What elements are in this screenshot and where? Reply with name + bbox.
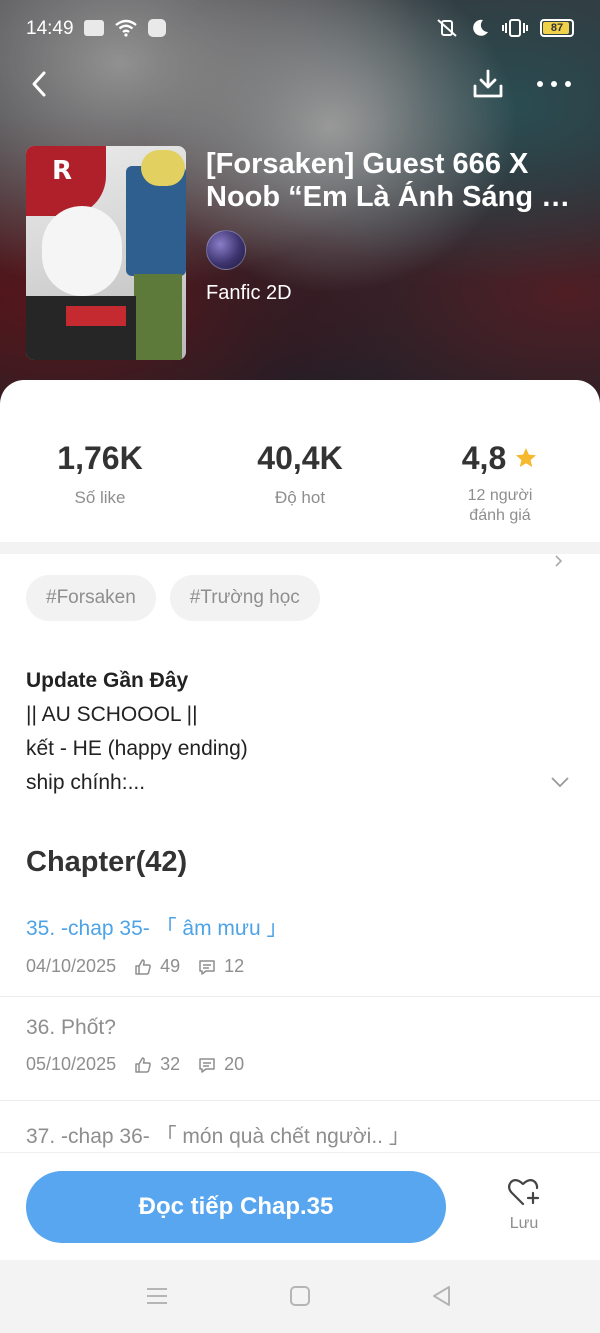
- star-icon: [516, 448, 537, 467]
- save-label: Lưu: [509, 1215, 539, 1232]
- story-title: [Forsaken] Guest 666 X Noob “Em Là Ánh S…: [206, 148, 586, 214]
- system-navigation-bar: [0, 1260, 600, 1333]
- chapter-name: 35. -chap 35- 「 âm mưu 」: [26, 917, 288, 940]
- likes-count: 1,76K: [57, 440, 143, 476]
- story-details-panel: 1,76K Số like 40,4K Độ hot 4,8 12 người …: [0, 380, 600, 1170]
- vibrate-icon: [502, 19, 528, 37]
- bottom-action-bar: Đọc tiếp Chap.35 Lưu: [0, 1152, 600, 1260]
- tag-forsaken[interactable]: #Forsaken: [26, 575, 156, 621]
- notification-icon: [84, 20, 104, 36]
- back-nav-icon[interactable]: [430, 1284, 454, 1308]
- chapter-comments: 20: [224, 1054, 245, 1074]
- row-divider: [0, 1100, 600, 1101]
- chapter-item[interactable]: 35. -chap 35- 「 âm mưu 」 04/10/2025 49 1…: [26, 912, 586, 977]
- chapter-item[interactable]: 37. -chap 36- 「 món quà chết người.. 」: [26, 1120, 586, 1150]
- likes-label: Số like: [74, 488, 126, 507]
- download-icon[interactable]: [470, 66, 506, 102]
- hot-label: Độ hot: [274, 488, 326, 507]
- tag-list: #Forsaken #Trường học: [26, 575, 320, 621]
- rating-value: 4,8: [461, 440, 507, 476]
- description-line: || AU SCHOOOL ||: [26, 703, 198, 726]
- hot-count: 40,4K: [257, 440, 343, 476]
- section-divider: [0, 542, 600, 554]
- chapter-item[interactable]: 36. Phốt? 05/10/2025 32 20: [26, 1016, 586, 1075]
- rating-count-label: 12 người: [467, 487, 533, 504]
- description-line: kết - HE (happy ending): [26, 737, 248, 760]
- battery-level: 87: [550, 22, 564, 34]
- continue-reading-button[interactable]: Đọc tiếp Chap.35: [26, 1171, 446, 1243]
- chapter-comments: 12: [224, 956, 245, 976]
- description-heading: Update Gần Đây: [26, 669, 189, 692]
- menu-icon[interactable]: [145, 1284, 169, 1308]
- story-title-line-2: Noob “Em Là Ánh Sáng Củ...: [206, 181, 586, 213]
- stats-row: 1,76K Số like 40,4K Độ hot 4,8 12 người …: [0, 438, 600, 567]
- status-time: 14:49: [26, 18, 74, 39]
- chapter-date: 05/10/2025: [26, 1054, 117, 1074]
- rating-count-label-2: đánh giá: [469, 507, 531, 524]
- author-avatar[interactable]: [206, 230, 246, 270]
- app-notification-icon: [148, 19, 166, 37]
- stat-likes: 1,76K Số like: [0, 438, 200, 526]
- expand-description-icon[interactable]: [550, 776, 570, 788]
- story-genre: Fanfic 2D: [206, 282, 292, 304]
- description-line: ship chính:...: [26, 771, 146, 794]
- chapter-name: 36. Phốt?: [26, 1016, 116, 1039]
- moon-icon: [473, 19, 488, 36]
- top-navigation: [0, 62, 600, 106]
- like-icon: [135, 958, 151, 975]
- save-button[interactable]: Lưu: [492, 1177, 556, 1233]
- status-bar: 14:49 87: [0, 0, 600, 60]
- story-description: Update Gần Đây || AU SCHOOOL || kết - HE…: [26, 664, 566, 800]
- mute-vibrate-icon: [437, 19, 457, 37]
- wifi-icon: [115, 19, 137, 37]
- row-divider: [0, 996, 600, 997]
- comment-icon: [199, 959, 215, 975]
- comment-icon: [199, 1057, 215, 1073]
- stat-rating[interactable]: 4,8 12 người đánh giá: [400, 438, 600, 567]
- story-cover-image[interactable]: R: [26, 146, 186, 360]
- chapter-date: 04/10/2025: [26, 956, 117, 976]
- chapter-likes: 32: [160, 1054, 181, 1074]
- chapter-list-heading: Chapter(42): [26, 846, 188, 878]
- back-icon[interactable]: [24, 66, 60, 102]
- chevron-right-icon: [555, 555, 563, 567]
- chapter-name: 37. -chap 36- 「 món quà chết người.. 」: [26, 1125, 410, 1148]
- stat-hot: 40,4K Độ hot: [200, 438, 400, 526]
- more-options-icon[interactable]: [534, 66, 574, 102]
- battery-indicator: 87: [540, 19, 574, 37]
- story-title-line-1: [Forsaken] Guest 666 X: [206, 148, 529, 180]
- tag-school[interactable]: #Trường học: [169, 575, 320, 621]
- home-icon[interactable]: [288, 1284, 312, 1308]
- like-icon: [135, 1056, 151, 1073]
- chapter-likes: 49: [160, 956, 181, 976]
- heart-add-icon: [508, 1179, 540, 1206]
